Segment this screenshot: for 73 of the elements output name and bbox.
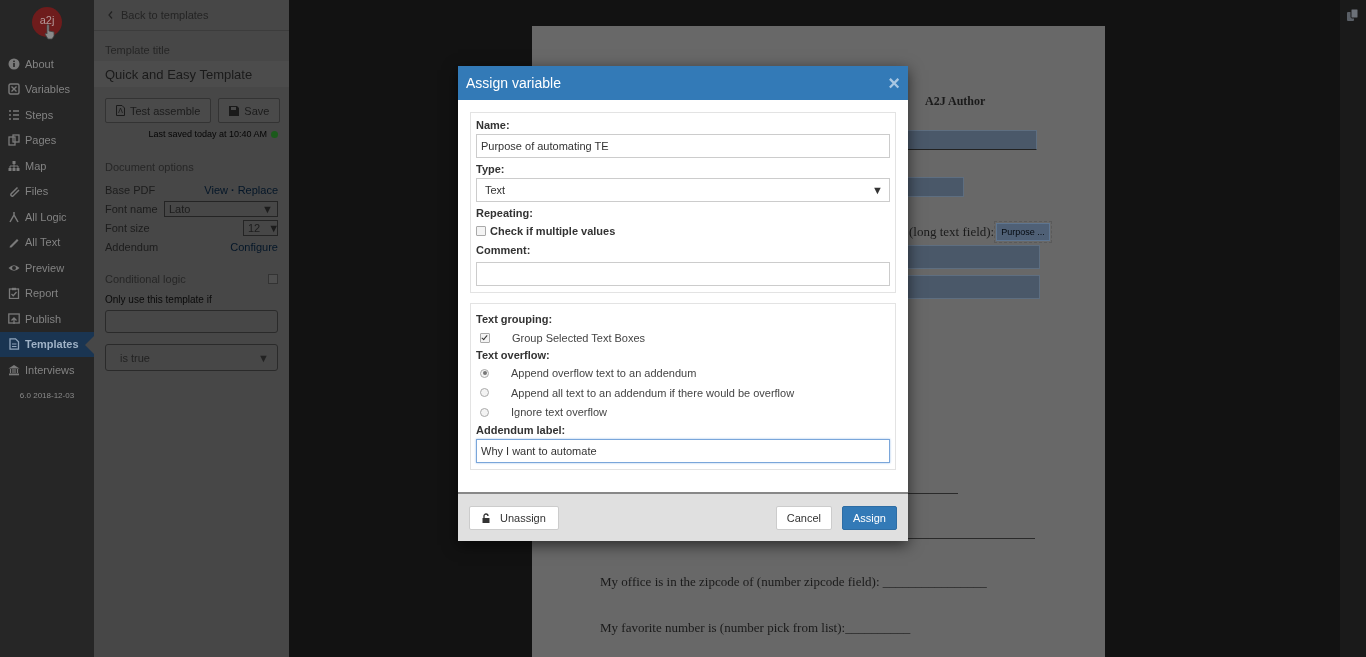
pages-icon [8, 134, 20, 147]
nav-item[interactable]: Files [0, 178, 94, 204]
lock-icon [482, 512, 490, 523]
document-text: My office is in the zipcode of (number zipcode field): ________________ [600, 574, 987, 589]
clipboard-icon [8, 287, 20, 300]
dialog-title: Assign variable [466, 75, 561, 91]
caret-icon: ▼ [258, 351, 269, 364]
separator: · [230, 183, 235, 196]
field-label: Type: [476, 163, 506, 175]
radio-button[interactable] [480, 368, 489, 378]
checkbox[interactable] [268, 274, 278, 284]
copy-icon[interactable] [1346, 8, 1360, 22]
document-heading: A2J Author [925, 94, 986, 108]
field-label: Text grouping: [476, 313, 554, 325]
document-text: My favorite number is (number pick from list):__________ [600, 620, 911, 635]
type-select[interactable]: Text ▼ [476, 178, 890, 202]
document-text: (long text field): [909, 224, 995, 240]
radio-label: Ignore text overflow [511, 406, 607, 419]
floppy-icon [229, 105, 240, 116]
radio-label: Append all text to an addendum if there would be overflow [511, 386, 795, 399]
nav-item[interactable]: About [0, 51, 94, 77]
logo[interactable]: a2j [32, 7, 62, 37]
comment-field[interactable] [476, 262, 890, 286]
pdf-file-icon [116, 105, 125, 116]
caret-icon: ▼ [268, 221, 280, 234]
checkbox-label: Group Selected Text Boxes [512, 331, 646, 344]
info-icon [8, 57, 20, 70]
version-text: 6.0 2018-12-03 [18, 390, 76, 400]
radio-label: Append overflow text to an addendum [511, 367, 697, 380]
chevron-left-icon [108, 11, 113, 19]
cancel-button[interactable]: Cancel [775, 505, 832, 530]
logic-icon [8, 210, 20, 223]
upload-icon [8, 312, 20, 325]
variables-icon [8, 83, 20, 96]
sitemap-icon [8, 159, 20, 172]
nav-item[interactable]: All Logic [0, 204, 94, 230]
hand-cursor-icon [44, 24, 56, 40]
checkbox[interactable] [476, 226, 486, 236]
caret-icon: ▼ [262, 202, 273, 215]
nav-item[interactable]: Publish [0, 306, 94, 332]
close-button[interactable]: × [888, 73, 900, 93]
assign-button[interactable]: Assign [841, 505, 897, 530]
checkbox[interactable] [480, 332, 490, 343]
addendum-label-field[interactable]: Why I want to automate [476, 439, 890, 463]
field-label: Comment: [476, 244, 532, 256]
nav-item[interactable]: Steps [0, 102, 94, 128]
nav-item[interactable]: Map [0, 153, 94, 179]
nav-item[interactable]: Interviews [0, 357, 94, 383]
nav-item[interactable]: Variables [0, 76, 94, 102]
hint-text: Only use this template if [105, 294, 213, 305]
field-label: Name: [476, 119, 511, 131]
nav-item[interactable]: Templates [0, 331, 94, 357]
condition-field[interactable] [105, 310, 278, 333]
field-label: Repeating: [476, 207, 534, 219]
radio-button[interactable] [480, 388, 489, 398]
document-icon [8, 338, 20, 351]
name-field[interactable]: Purpose of automating TE [476, 134, 890, 158]
status-dot [271, 130, 278, 138]
bank-icon [8, 363, 20, 376]
nav-item[interactable]: Preview [0, 255, 94, 281]
caret-icon: ▼ [872, 184, 883, 196]
field-label: Text overflow: [476, 348, 551, 361]
unassign-button[interactable]: Unassign [469, 505, 559, 530]
nav-item[interactable]: All Text [0, 229, 94, 255]
nav-item[interactable]: Pages [0, 127, 94, 153]
paperclip-icon [8, 185, 20, 198]
field-label: Addendum label: [476, 424, 567, 436]
list-icon [8, 108, 20, 121]
form-field-box[interactable]: Purpose ... [996, 223, 1050, 241]
checkbox-label: Check if multiple values [490, 225, 616, 237]
nav-item[interactable]: Report [0, 280, 94, 306]
pencil-icon [8, 236, 20, 249]
radio-button[interactable] [480, 407, 489, 417]
